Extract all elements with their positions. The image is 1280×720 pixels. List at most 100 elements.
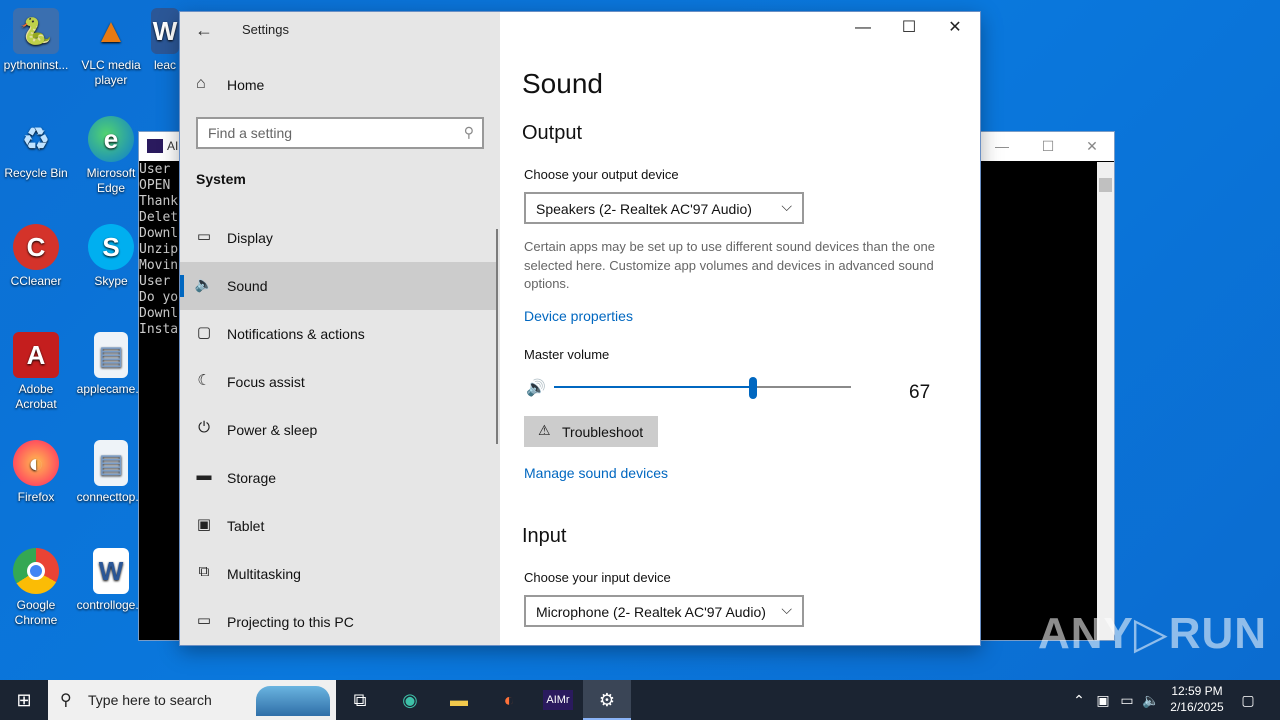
image-file-icon: ▤ xyxy=(94,440,128,486)
console-line: Downl xyxy=(139,306,179,321)
desktop-icon-recycle-bin[interactable]: ♻ Recycle Bin xyxy=(0,116,75,181)
nav-item-label: Projecting to this PC xyxy=(227,614,354,630)
desktop-icon-firefox[interactable]: ◐ Firefox xyxy=(0,440,75,505)
desktop-icon-ccleaner[interactable]: C CCleaner xyxy=(0,224,75,289)
desktop-icon-vlc[interactable]: ▲ VLC media player xyxy=(72,8,150,88)
clock-time: 12:59 PM xyxy=(1171,684,1223,698)
manage-sound-devices-link[interactable]: Manage sound devices xyxy=(524,465,668,481)
desktop-icon-label: Recycle Bin xyxy=(4,166,68,180)
desktop-icon-word-leac[interactable]: W leac xyxy=(150,8,180,73)
nav-item-label: Storage xyxy=(227,470,277,486)
console-line: User xyxy=(139,162,171,177)
nav-item-storage[interactable]: ▬ Storage xyxy=(180,454,496,502)
moon-icon: ☾ xyxy=(197,372,211,389)
multitasking-icon: ⧉ xyxy=(198,563,210,580)
chevron-down-icon: ⌵ xyxy=(781,198,792,214)
close-icon[interactable]: ✕ xyxy=(932,12,978,44)
minimize-icon[interactable]: — xyxy=(979,132,1025,161)
nav-item-notifications[interactable]: ▢ Notifications & actions xyxy=(180,310,496,358)
console-line: Insta xyxy=(139,322,179,337)
taskbar-search-box[interactable]: ⚲ Type here to search xyxy=(48,680,336,720)
settings-taskbar-icon[interactable]: ⚙ xyxy=(583,680,631,720)
file-explorer-icon[interactable]: ▬ xyxy=(435,680,483,720)
python-icon: 🐍 xyxy=(13,8,59,54)
clock[interactable]: 12:59 PM 2/16/2025 xyxy=(1162,683,1232,715)
nav-item-display[interactable]: ▭ Display xyxy=(180,214,496,262)
clock-date: 2/16/2025 xyxy=(1170,700,1224,714)
word-doc-icon: W xyxy=(93,548,129,594)
maximize-icon[interactable]: ☐ xyxy=(886,12,932,44)
volume-fill xyxy=(554,386,753,388)
device-properties-link[interactable]: Device properties xyxy=(524,308,633,324)
desktop-icon-label: Adobe Acrobat xyxy=(15,382,57,411)
console-line: Movin xyxy=(139,258,179,273)
maximize-icon[interactable]: ☐ xyxy=(1025,132,1071,161)
desktop-icon-label: Google Chrome xyxy=(14,598,58,627)
volume-thumb[interactable] xyxy=(748,377,757,399)
nav-item-multitasking[interactable]: ⧉ Multitasking xyxy=(180,550,496,598)
desktop-icon-label: leac xyxy=(153,58,176,72)
nav-home[interactable]: ⌂ Home xyxy=(180,72,500,100)
nav-item-label: Multitasking xyxy=(227,566,301,582)
nav-section-title: System xyxy=(196,171,246,187)
nav-item-label: Tablet xyxy=(227,518,265,534)
vlc-icon: ▲ xyxy=(94,11,128,50)
search-highlight-image xyxy=(256,686,330,716)
desktop-icon-chrome[interactable]: Google Chrome xyxy=(0,548,75,628)
notification-icon: ▢ xyxy=(196,324,212,341)
search-icon: ⚲ xyxy=(60,692,72,709)
settings-window[interactable]: ← Settings ⌂ Home Find a setting ⚲ Syste… xyxy=(180,12,980,645)
close-icon[interactable]: ✕ xyxy=(1069,132,1115,161)
minimize-icon[interactable]: — xyxy=(840,12,886,44)
output-device-dropdown[interactable]: Speakers (2- Realtek AC'97 Audio) ⌵ xyxy=(524,192,804,224)
back-arrow-icon[interactable]: ← xyxy=(192,20,216,40)
nav-item-sound[interactable]: 🔈 Sound xyxy=(180,262,496,310)
firefox-taskbar-icon[interactable]: ◐ xyxy=(485,680,533,720)
start-button[interactable]: ⊞ xyxy=(0,680,48,720)
volume-tray-icon[interactable]: 🔈 xyxy=(1140,680,1162,720)
desktop-icon-label: VLC media player xyxy=(81,58,141,87)
output-description: Certain apps may be set up to use differ… xyxy=(524,239,935,291)
notification-center-icon[interactable]: ▢ xyxy=(1234,680,1262,720)
search-placeholder: Find a setting xyxy=(208,125,293,141)
network-icon[interactable]: ▭ xyxy=(1116,680,1138,720)
app-taskbar-icon[interactable]: AIMr xyxy=(534,680,582,720)
desktop-icon-python[interactable]: 🐍 pythoninst... xyxy=(0,8,75,73)
device-icon[interactable]: ▣ xyxy=(1092,680,1114,720)
console-output: User OPEN Thank Delet Downl Unzip Movin … xyxy=(139,162,178,338)
input-device-dropdown[interactable]: Microphone (2- Realtek AC'97 Audio) ⌵ xyxy=(524,595,804,627)
console-line: Delet xyxy=(139,210,179,225)
console-title: AI xyxy=(167,139,179,153)
desktop-icon-acrobat[interactable]: A Adobe Acrobat xyxy=(0,332,75,412)
speaker-icon: 🔊 xyxy=(526,380,546,397)
watermark: ANY▷RUN xyxy=(1038,609,1268,658)
desktop-icon-label: pythoninst... xyxy=(3,58,69,72)
page-title: Sound xyxy=(522,68,603,99)
edge-taskbar-icon[interactable]: ◉ xyxy=(386,680,434,720)
scrollbar-thumb[interactable] xyxy=(1099,178,1112,192)
warning-icon: ⚠ xyxy=(538,422,551,438)
console-line: User xyxy=(139,274,171,289)
nav-item-projecting[interactable]: ▭ Projecting to this PC xyxy=(180,598,496,645)
console-line: Downl xyxy=(139,226,179,241)
console-scrollbar[interactable] xyxy=(1097,162,1114,640)
sidebar-scrollbar[interactable] xyxy=(496,229,498,444)
troubleshoot-button[interactable]: ⚠ Troubleshoot xyxy=(524,416,658,447)
console-line: Thank xyxy=(139,194,179,209)
nav-item-label: Sound xyxy=(227,278,268,294)
tablet-icon: ▣ xyxy=(196,516,212,533)
nav-item-label: Power & sleep xyxy=(227,422,318,438)
windows-logo-icon: ⊞ xyxy=(16,690,32,710)
nav-item-focus-assist[interactable]: ☾ Focus assist xyxy=(180,358,496,406)
settings-content: — ☐ ✕ Sound Output Choose your output de… xyxy=(500,12,980,645)
task-view-icon[interactable]: ⧉ xyxy=(336,680,384,720)
chevron-up-icon[interactable]: ⌃ xyxy=(1068,680,1090,720)
settings-search-input[interactable]: Find a setting ⚲ xyxy=(196,117,484,149)
window-title: Settings xyxy=(242,22,289,37)
recycle-bin-icon: ♻ xyxy=(21,120,51,157)
nav-item-tablet[interactable]: ▣ Tablet xyxy=(180,502,496,550)
home-icon: ⌂ xyxy=(196,75,206,92)
nav-item-power-sleep[interactable]: ⏻ Power & sleep xyxy=(180,406,496,454)
ccleaner-icon: C xyxy=(13,224,59,270)
master-volume-slider[interactable] xyxy=(554,377,851,399)
